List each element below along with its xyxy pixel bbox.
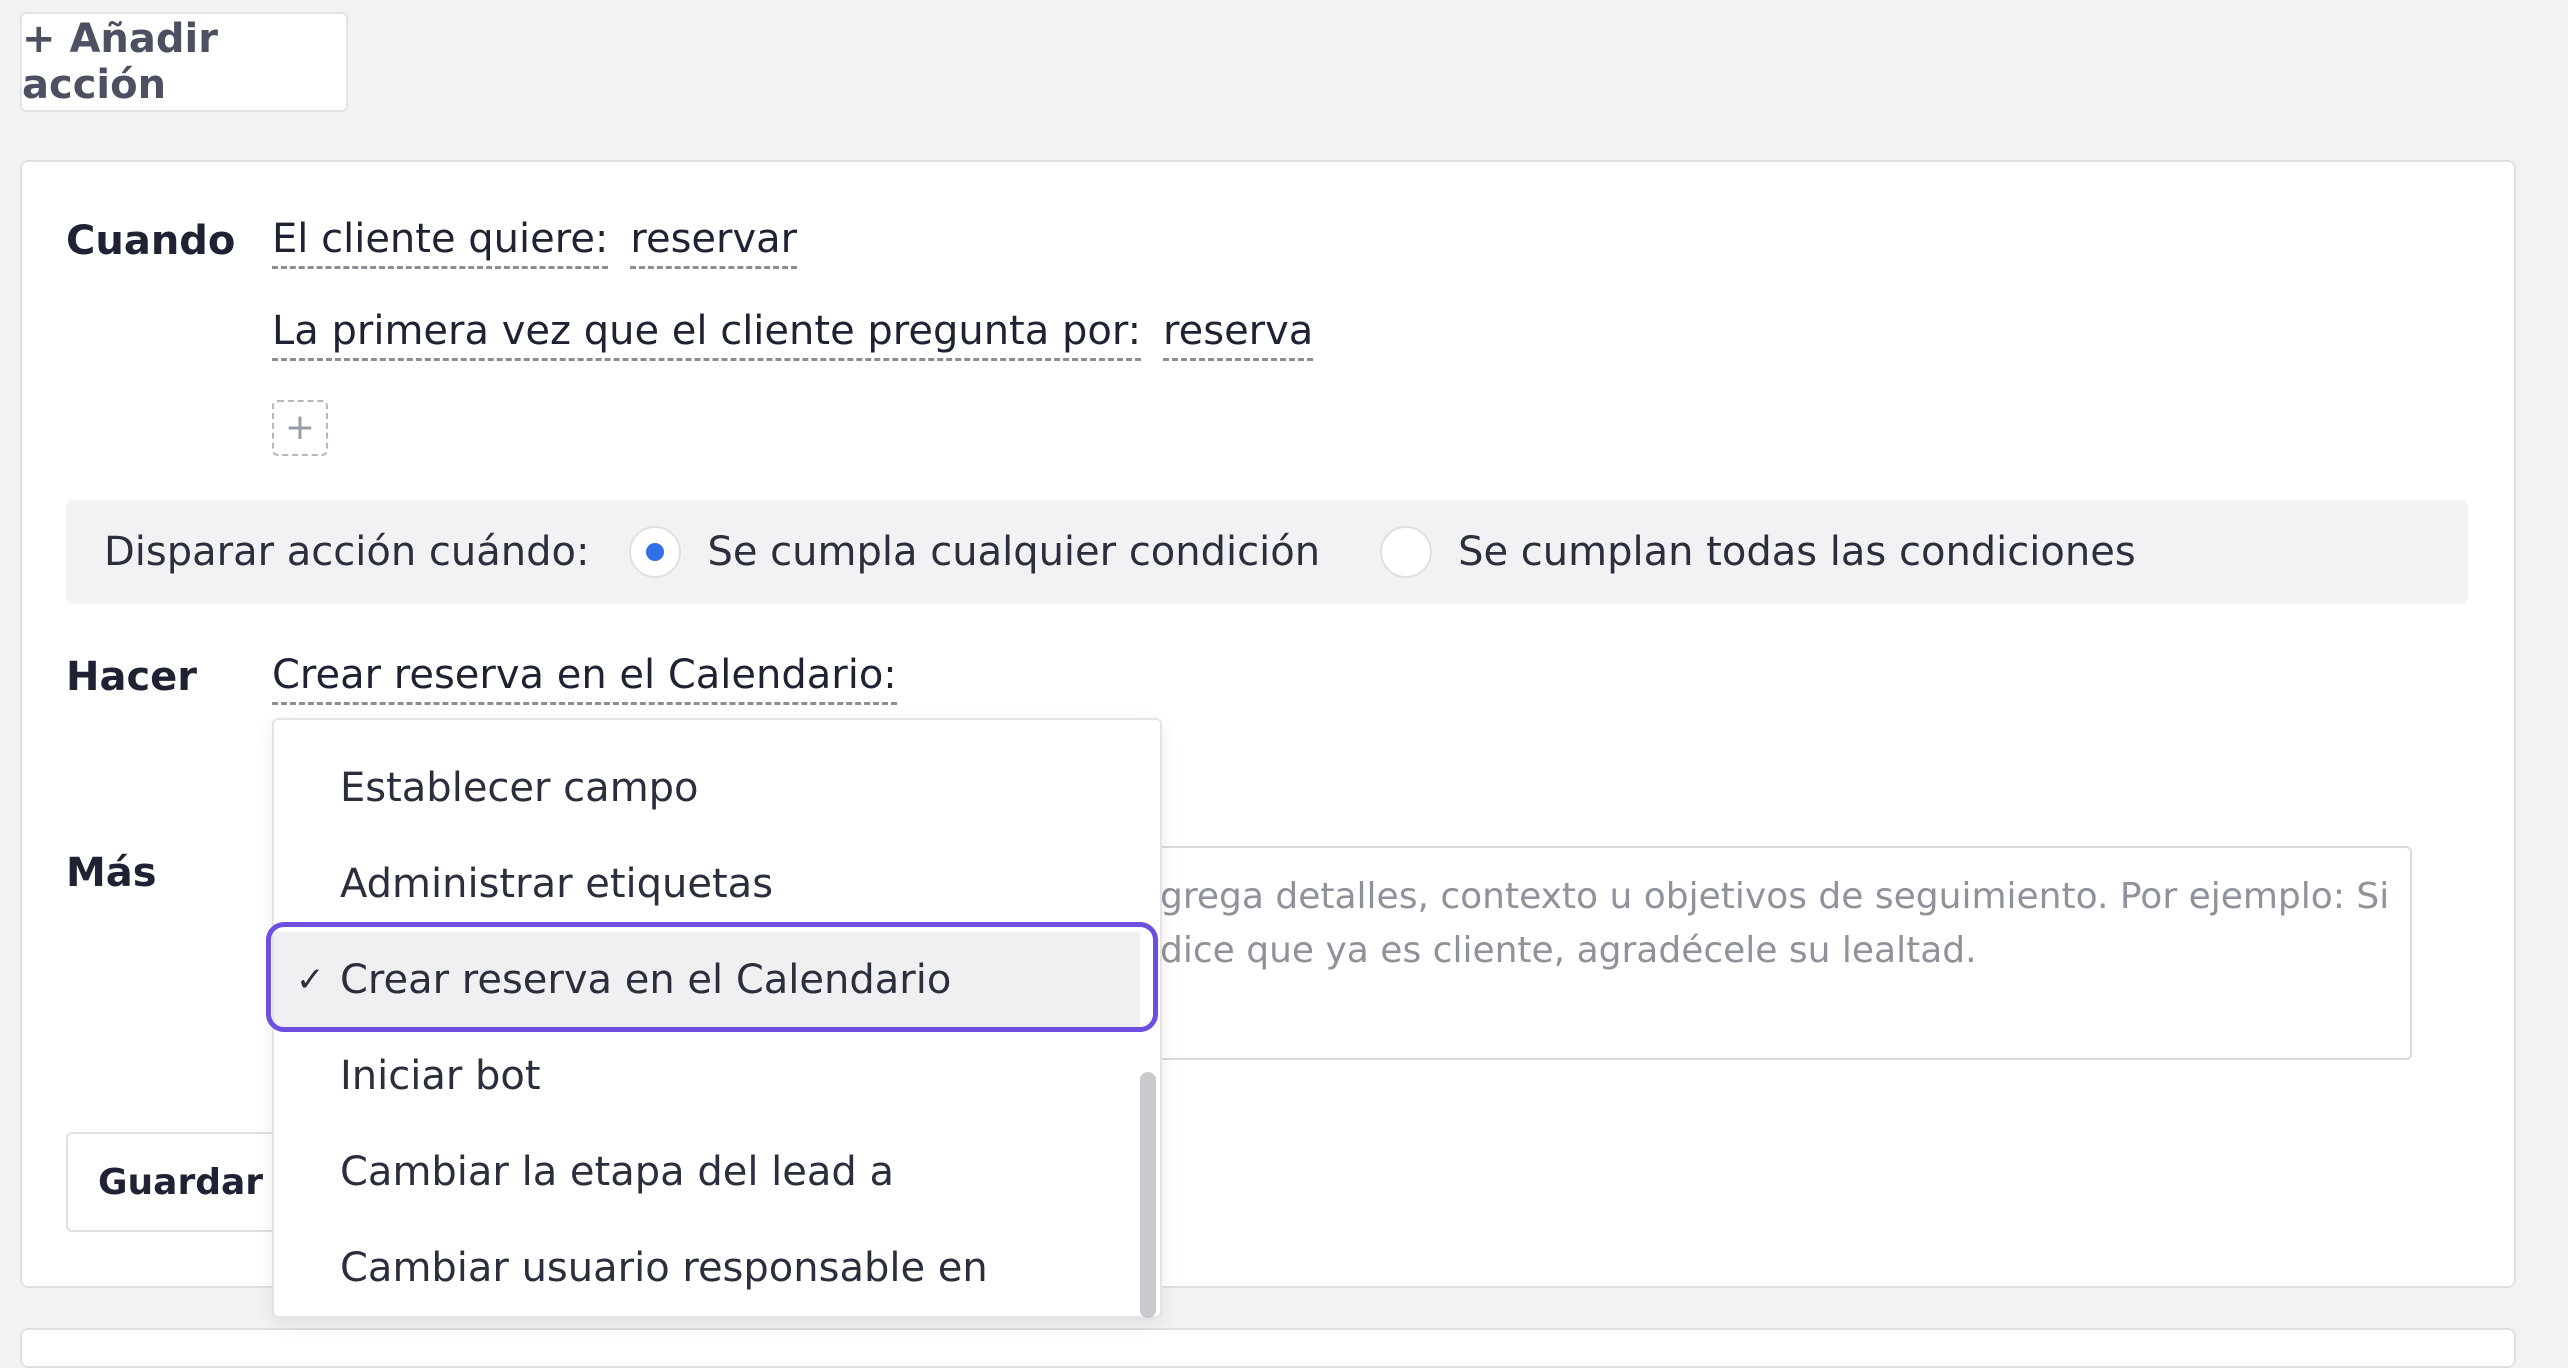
add-condition-button[interactable]: +	[272, 400, 328, 456]
condition-row[interactable]: El cliente quiere: reservar	[272, 216, 798, 269]
plus-icon: +	[284, 407, 316, 448]
condition-value[interactable]: reserva	[1163, 308, 1314, 361]
next-card	[20, 1328, 2516, 1368]
add-action-button[interactable]: + Añadir acción	[20, 12, 348, 112]
when-label: Cuando	[66, 218, 236, 264]
radio-checked-icon[interactable]	[629, 526, 682, 578]
radio-all-conditions[interactable]: Se cumplan todas las condiciones	[1380, 526, 2136, 578]
radio-label: Se cumplan todas las condiciones	[1458, 529, 2136, 575]
condition-value[interactable]: reservar	[630, 216, 798, 269]
dropdown-item[interactable]: Establecer campo	[274, 740, 1140, 836]
radio-any-condition[interactable]: Se cumpla cualquier condición	[629, 526, 1320, 578]
dropdown-item[interactable]: Cambiar usuario responsable en	[274, 1220, 1140, 1316]
dropdown-item[interactable]: Administrar etiquetas	[274, 836, 1140, 932]
selection-highlight	[266, 922, 1158, 1032]
trigger-bar: Disparar acción cuándo: Se cumpla cualqu…	[66, 500, 2468, 604]
condition-prefix[interactable]: La primera vez que el cliente pregunta p…	[272, 308, 1142, 361]
dropdown-item[interactable]: Iniciar bot	[274, 1028, 1140, 1124]
textarea-placeholder: grega detalles, contexto u objetivos de …	[1160, 876, 2390, 971]
page: + Añadir acción Cuando El cliente quiere…	[0, 0, 2568, 1368]
selected-action[interactable]: Crear reserva en el Calendario:	[272, 652, 897, 705]
dropdown-item[interactable]: Cambiar la etapa del lead a	[274, 1124, 1140, 1220]
radio-label: Se cumpla cualquier condición	[707, 529, 1321, 575]
radio-unchecked-icon[interactable]	[1380, 526, 1433, 578]
trigger-label: Disparar acción cuándo:	[104, 529, 590, 575]
dropdown-scrollbar[interactable]	[1140, 1072, 1156, 1318]
condition-row[interactable]: La primera vez que el cliente pregunta p…	[272, 308, 1314, 361]
do-label: Hacer	[66, 654, 198, 700]
condition-prefix[interactable]: El cliente quiere:	[272, 216, 609, 269]
more-label: Más	[66, 850, 157, 896]
action-selector[interactable]: Crear reserva en el Calendario:	[272, 652, 897, 705]
